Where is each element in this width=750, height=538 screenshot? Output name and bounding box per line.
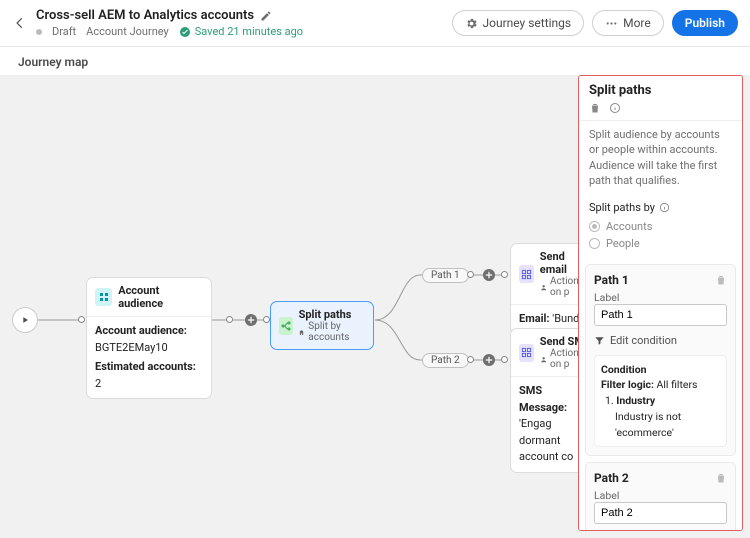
edit-title-icon[interactable] — [260, 10, 272, 22]
info-icon[interactable] — [609, 102, 621, 114]
connector-dot — [263, 316, 270, 323]
tabs: Journey map — [0, 47, 750, 78]
radio-accounts[interactable]: Accounts — [589, 218, 732, 235]
breadcrumb: Account Journey — [86, 25, 169, 38]
add-node-button[interactable] — [245, 314, 257, 326]
action-icon — [519, 265, 534, 283]
connector-dot — [226, 316, 233, 323]
panel-description: Split audience by accounts or people wit… — [579, 120, 742, 195]
condition-summary: Condition Filter logic: All filters 1. I… — [594, 355, 727, 448]
split-icon — [279, 317, 293, 335]
publish-button[interactable]: Publish — [672, 10, 738, 36]
radio-people[interactable]: People — [589, 235, 732, 252]
person-icon — [540, 283, 547, 292]
gear-icon — [465, 17, 478, 30]
connector-dot — [501, 271, 508, 278]
node-split-paths[interactable]: Split paths Split by accounts — [270, 301, 374, 350]
info-icon[interactable] — [659, 202, 670, 213]
person-icon — [540, 355, 547, 364]
path-pill-2[interactable]: Path 2 — [422, 353, 469, 368]
tab-journey-map[interactable]: Journey map — [14, 47, 92, 77]
path-pill-1[interactable]: Path 1 — [422, 268, 469, 283]
audience-icon — [95, 288, 112, 306]
connector-dot — [501, 356, 508, 363]
connector-dot — [467, 356, 474, 363]
node-account-audience[interactable]: Account audience Account audience: BGTE2… — [86, 277, 212, 399]
panel-title: Split paths — [579, 75, 742, 102]
title-block: Cross-sell AEM to Analytics accounts Dra… — [36, 8, 444, 38]
more-icon — [605, 17, 618, 30]
status-label: Draft — [52, 25, 76, 38]
saved-indicator: Saved 21 minutes ago — [179, 25, 303, 38]
path-card-2: Path 2 Label Edit condition Condition Fi… — [585, 462, 736, 531]
delete-icon[interactable] — [589, 102, 601, 114]
delete-path-icon[interactable] — [715, 472, 727, 484]
accounts-icon — [299, 328, 306, 337]
top-bar: Cross-sell AEM to Analytics accounts Dra… — [0, 0, 750, 47]
back-button[interactable] — [12, 15, 28, 31]
path-card-1: Path 1 Label Edit condition Condition Fi… — [585, 264, 736, 457]
more-button[interactable]: More — [592, 10, 664, 36]
path-label-input[interactable] — [594, 304, 727, 326]
add-node-button[interactable] — [483, 269, 495, 281]
connector-dot — [467, 271, 474, 278]
delete-path-icon[interactable] — [715, 274, 727, 286]
connector-dot — [78, 316, 85, 323]
split-by-label: Split paths by — [589, 201, 655, 214]
path-label-input[interactable] — [594, 502, 727, 524]
page-title: Cross-sell AEM to Analytics accounts — [36, 8, 254, 23]
journey-settings-button[interactable]: Journey settings — [452, 10, 585, 36]
add-node-button[interactable] — [483, 354, 495, 366]
filter-icon — [594, 335, 605, 346]
status-dot — [36, 29, 42, 35]
properties-panel: Split paths Split audience by accounts o… — [578, 75, 743, 531]
action-icon — [519, 344, 534, 362]
edit-condition-link[interactable]: Edit condition — [594, 334, 727, 347]
